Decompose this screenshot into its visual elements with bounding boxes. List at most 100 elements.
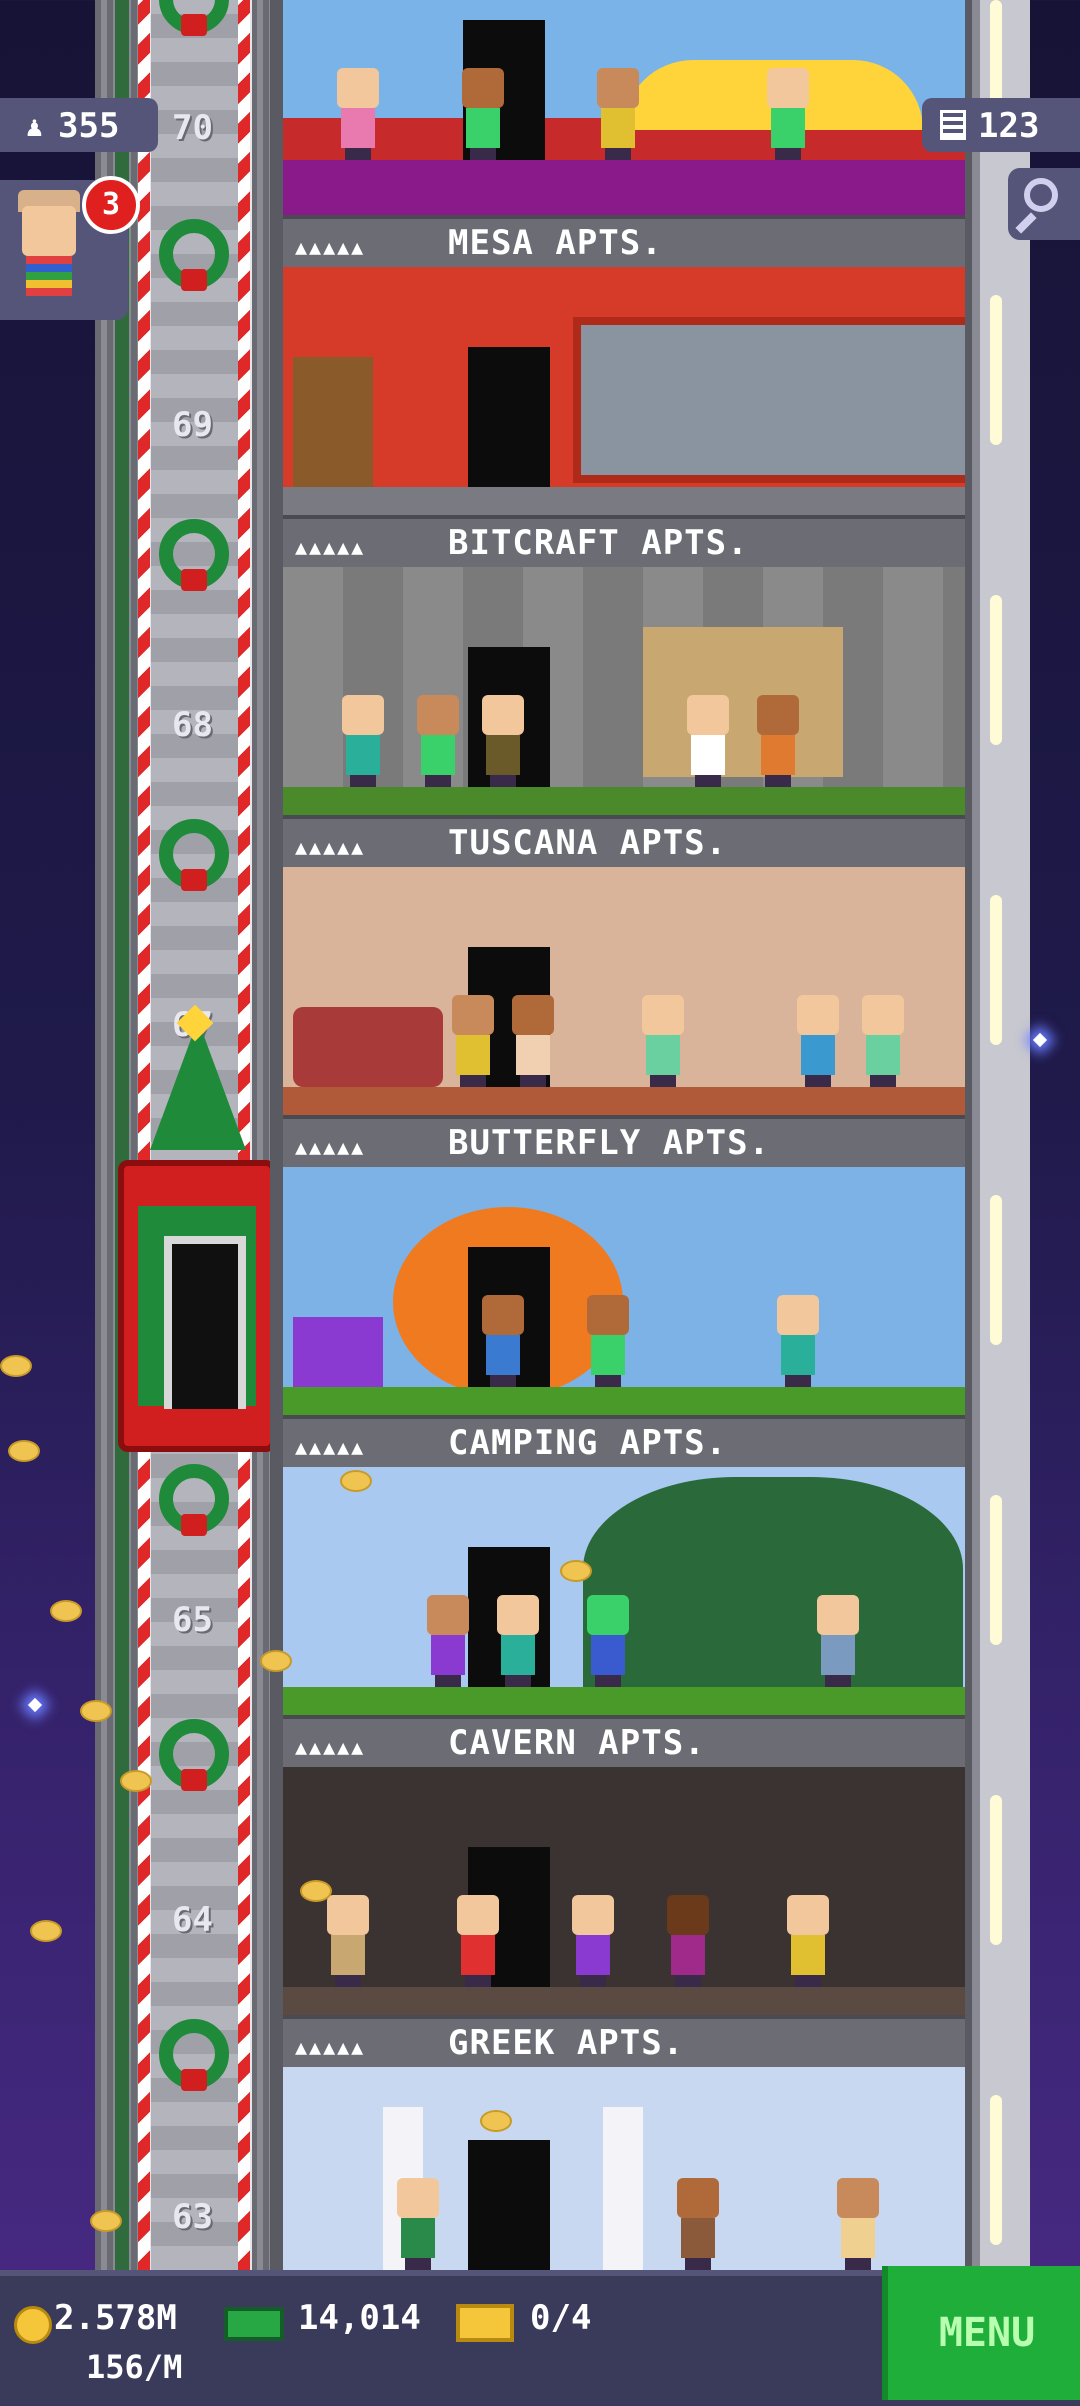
bux-icon [224,2307,284,2341]
resident[interactable] [783,1895,833,1987]
ticket-icon [456,2304,514,2342]
floor-mesa-apts[interactable] [283,0,965,215]
resident[interactable] [323,1895,373,1987]
resident[interactable] [753,695,803,787]
resident[interactable] [493,1595,543,1687]
wall-light [990,1795,1002,1945]
pine-trees [583,1477,963,1707]
wall-light [990,595,1002,745]
resident[interactable] [508,995,558,1087]
resident[interactable] [593,68,643,160]
resident[interactable] [458,68,508,160]
wreath-icon [149,509,239,609]
apartment-door [468,2140,550,2270]
floor-sign: ▲▲▲▲▲ GREEK APTS. [283,2015,965,2071]
coins-value[interactable]: 2.578M [54,2298,177,2338]
elevator-floor-number[interactable]: 64 [150,1890,235,1950]
rating-pips: ▲▲▲▲▲ [295,1135,366,1159]
menu-button[interactable]: MENU [882,2266,1080,2400]
floor-cavern-apts[interactable] [283,1467,965,1717]
resident[interactable] [333,68,383,160]
wreath-icon [149,809,239,909]
christmas-tree-icon [150,1020,246,1150]
floor-ground [283,1987,965,2017]
elevator-car[interactable] [118,1160,276,1452]
resident[interactable] [833,2178,883,2270]
floor-camping-apts[interactable] [283,1167,965,1417]
resident[interactable] [448,995,498,1087]
floors-value: 123 [978,106,1040,146]
wall-light [990,295,1002,445]
search-icon-handle [1015,212,1037,234]
falling-coin [120,1770,152,1792]
falling-coin [30,1920,62,1942]
floor-tuscana-apts[interactable] [283,567,965,817]
bux-value[interactable]: 14,014 [298,2298,421,2338]
floor-sign: ▲▲▲▲▲ CAVERN APTS. [283,1715,965,1771]
sparkle [27,1697,43,1713]
resident[interactable] [478,695,528,787]
falling-coin [560,1560,592,1582]
sparkle [1032,1032,1048,1048]
notification-badge: 3 [82,176,140,234]
floor-ground [283,1087,965,1117]
resident[interactable] [663,1895,713,1987]
search-button[interactable] [1008,168,1080,240]
floors-counter[interactable]: 123 [922,98,1080,152]
population-counter[interactable]: ♟ 355 [0,98,158,152]
falling-coin [340,1470,372,1492]
rating-pips: ▲▲▲▲▲ [295,535,366,559]
falling-coin [300,1880,332,1902]
resident[interactable] [568,1895,618,1987]
resident[interactable] [858,995,908,1087]
floor-bitcraft-apts[interactable] [283,267,965,517]
floor-greek-apts[interactable] [283,1767,965,2017]
resident[interactable] [338,695,388,787]
floor-lower[interactable] [283,2067,965,2270]
wood-wall [643,627,843,777]
resident[interactable] [673,2178,723,2270]
population-value: 355 [58,106,120,146]
resident[interactable] [453,1895,503,1987]
elevator-floor-number[interactable]: 70 [150,98,235,158]
wall-light [990,2095,1002,2245]
coin-icon [14,2306,52,2344]
floor-sign: ▲▲▲▲▲ BUTTERFLY APTS. [283,1115,965,1171]
resident[interactable] [583,1295,633,1387]
resident[interactable] [583,1595,633,1687]
resident[interactable] [413,695,463,787]
elevator-floor-number[interactable]: 69 [150,395,235,455]
floor-name: CAVERN APTS. [448,1723,706,1763]
floor-ground [283,1387,965,1417]
search-icon [1024,178,1058,212]
floor-butterfly-apts[interactable] [283,867,965,1117]
coins-rate: 156/M [86,2348,183,2386]
floor-ground [283,1687,965,1717]
elevator-floor-number[interactable]: 68 [150,695,235,755]
apartment-door [468,347,550,487]
window [573,317,965,483]
resident[interactable] [813,1595,863,1687]
tickets-value[interactable]: 0/4 [530,2298,591,2338]
falling-coin [90,2210,122,2232]
rating-pips: ▲▲▲▲▲ [295,1435,366,1459]
resident[interactable] [423,1595,473,1687]
column [603,2107,643,2270]
resident[interactable] [638,995,688,1087]
resident[interactable] [393,2178,443,2270]
resident[interactable] [683,695,733,787]
floor-name: GREEK APTS. [448,2023,685,2063]
elevator-floor-number[interactable]: 63 [150,2187,235,2247]
resident[interactable] [793,995,843,1087]
candy-cane-trim-left [138,0,150,2270]
rating-pips: ▲▲▲▲▲ [295,2035,366,2059]
resident[interactable] [478,1295,528,1387]
resident[interactable] [773,1295,823,1387]
floors-icon [940,110,966,140]
resident[interactable] [763,68,813,160]
wall-light [990,1495,1002,1645]
falling-coin [480,2110,512,2132]
wreath-icon [149,1709,239,1809]
elevator-floor-number[interactable]: 65 [150,1590,235,1650]
floor-name: BUTTERFLY APTS. [448,1123,771,1163]
